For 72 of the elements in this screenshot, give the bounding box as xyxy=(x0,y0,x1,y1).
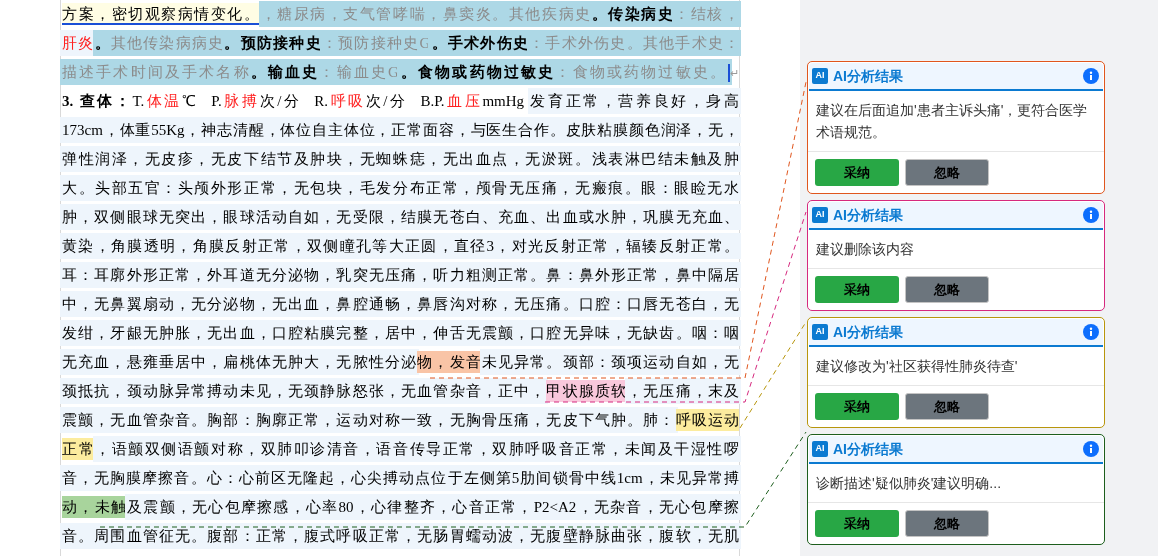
ai-badge: AI xyxy=(812,207,828,223)
document-text: 肝炎 xyxy=(62,32,95,54)
document-text: 音。周围血管征无。腹部：正常，腹式呼吸正常，无肠胃蠕动波，无腹壁静脉曲张，腹软，无肌 xyxy=(62,525,739,547)
document-text: 描述手术时间及手术名称 xyxy=(62,60,251,83)
highlighted-text: 物，发音 xyxy=(417,351,482,373)
document-text: ，语颤双侧语颤对称，双肺叩诊清音，语音传导正常，双肺呼吸音正常，未闻及干湿性啰 xyxy=(95,438,739,460)
document-text: 发绀，牙龈无肿胀，无出血，口腔粘膜完整，居中，伸舌无震颤，口腔无异味，无缺齿。咽：咽 xyxy=(62,322,739,344)
document-text: 无充血，悬雍垂居中，扁桃体无肿大，无脓性分泌 xyxy=(62,351,418,373)
card-title: AI分析结果 xyxy=(833,66,903,86)
document-text: 。传染病史 xyxy=(591,3,675,25)
document-text: 音，无胸膜摩擦音。心：心前区无隆起，心尖搏动点位于左侧第5肋间锁骨中线1cm，未见异常搏 xyxy=(62,467,739,489)
document-text: 3. 查体： xyxy=(62,92,133,111)
document-text: ℃ P. xyxy=(182,92,222,111)
suggestion-text: 诊断描述'疑似肺炎'建议明确... xyxy=(816,474,1002,493)
document-text: 次/分 B.P. xyxy=(365,92,445,111)
document-text: 173cm，体重55Kg，神志清醒，体位自主体位，正常面容，与医生合作。皮肤粘膜颜色润泽，无， xyxy=(62,119,739,141)
document-text: ：输血史G xyxy=(319,60,399,83)
document-text: 耳：耳廓外形正常，外耳道无分泌物，乳突无压痛，听力粗测正常。鼻：鼻外形正常，鼻中隔居 xyxy=(62,264,739,286)
document-text: 。预防接种史 xyxy=(224,32,322,54)
document-text: 发育正常，营养良好，身高 xyxy=(530,90,740,112)
document-text: ，糖尿病，支气管哮喘，鼻窦炎。其他疾病史 xyxy=(260,3,592,25)
suggestion-text: 建议删除该内容 xyxy=(816,240,915,259)
document-text: ：结核， xyxy=(674,3,739,25)
document-text: 颈抵抗，颈动脉异常搏动未见，无颈静脉怒张，无血管杂音，正中， xyxy=(62,380,547,402)
highlighted-text: 正常 xyxy=(62,438,96,460)
highlighted-text: 动，未触 xyxy=(62,496,128,518)
ai-badge: AI xyxy=(812,324,828,340)
document-text: ：手术外伤史。其他手术史： xyxy=(529,32,740,54)
document-text: 中，无鼻翼扇动，无分泌物，无出血，鼻腔通畅，鼻唇沟对称，无压痛。口腔：口唇无苍白，无 xyxy=(62,293,739,315)
card-title: AI分析结果 xyxy=(833,205,903,225)
accept-button[interactable]: 采纳 xyxy=(815,276,899,303)
info-icon[interactable] xyxy=(1083,441,1099,457)
ignore-button[interactable]: 忽略 xyxy=(905,159,989,186)
document-text: ：食物或药物过敏史。 xyxy=(555,60,731,83)
document-text: T. xyxy=(132,92,145,111)
document-text: 。输血史 xyxy=(250,60,320,83)
ai-badge: AI xyxy=(812,68,828,84)
document-text: 弹性润泽，无皮疹，无皮下结节及肿块，无蜘蛛痣，无出血点，无淤斑。浅表淋巴结未触及肿 xyxy=(62,148,739,170)
document-text: mmHg xyxy=(482,92,526,111)
document-text: 大。头部五官：头颅外形正常，无包块，毛发分布正常，颅骨无压痛，无瘢痕。眼：眼睑无水 xyxy=(62,177,739,199)
document-text: 。食物或药物过敏史 xyxy=(398,60,556,83)
ai-badge: AI xyxy=(812,441,828,457)
document-text: 及震颤，无心包摩擦感，心率80，心律整齐，心音正常，P2<A2，无杂音，无心包摩擦 xyxy=(127,496,739,518)
document-text: 呼吸 xyxy=(327,92,366,111)
document-text: 其他传染病病史 xyxy=(110,32,225,54)
accept-button[interactable]: 采纳 xyxy=(815,393,899,420)
accept-button[interactable]: 采纳 xyxy=(815,510,899,537)
suggestion-text: 建议修改为'社区获得性肺炎待查' xyxy=(816,357,1019,376)
accept-button[interactable]: 采纳 xyxy=(815,159,899,186)
document-text: 震颤，无血管杂音。胸部：胸廓正常，运动对称一致，无胸骨压痛，无皮下气肿。肺： xyxy=(62,409,676,431)
document-text: 黄染，角膜透明，角膜反射正常，双侧瞳孔等大正圆，直径3，对光反射正常，辐辏反射正常。 xyxy=(62,235,739,257)
document-text: 。手术外伤史 xyxy=(430,32,530,54)
document-text: 血压 xyxy=(444,92,483,111)
ignore-button[interactable]: 忽略 xyxy=(905,276,989,303)
highlighted-text: 呼吸运动 xyxy=(675,409,739,431)
ignore-button[interactable]: 忽略 xyxy=(905,510,989,537)
document-text: 肿，双侧眼球无突出，眼球活动自如，无受限，结膜无苍白、充血、出血或水肿，巩膜无充血、 xyxy=(62,206,739,228)
highlighted-text: 甲状腺质软 xyxy=(546,380,628,402)
highlighted-text: 方案，密切观察病情变化。 xyxy=(62,3,261,25)
document-text: ，无压痛，末及 xyxy=(627,380,739,402)
info-icon[interactable] xyxy=(1083,207,1099,223)
card-title: AI分析结果 xyxy=(833,439,903,459)
card-title: AI分析结果 xyxy=(833,322,903,342)
document-text: 体温 xyxy=(144,92,182,111)
info-icon[interactable] xyxy=(1083,68,1099,84)
info-icon[interactable] xyxy=(1083,324,1099,340)
document-text: 。 xyxy=(94,32,111,54)
ignore-button[interactable]: 忽略 xyxy=(905,393,989,420)
document-text: 次/分 R. xyxy=(259,92,328,111)
document-text: 脉搏 xyxy=(221,92,260,111)
suggestion-text: 建议在后面追加'患者主诉头痛'，更符合医学术语规范。 xyxy=(816,101,1089,142)
document-text: 未见异常。颈部：颈项运动自如，无 xyxy=(481,351,740,373)
